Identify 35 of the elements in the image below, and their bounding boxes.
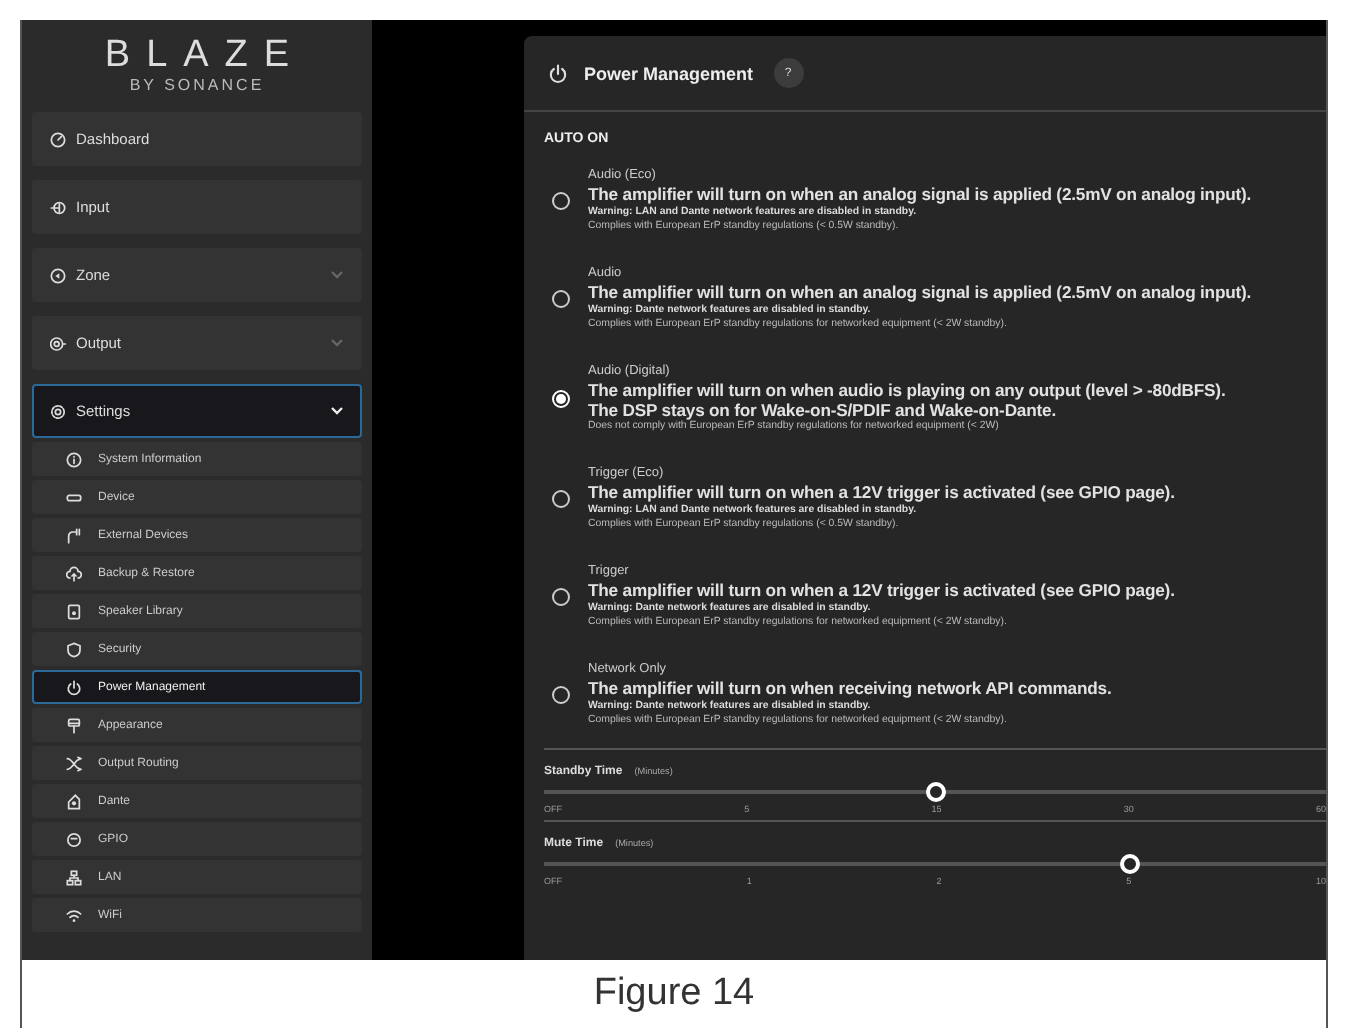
panel-title: Power Management bbox=[584, 63, 754, 83]
chevron-icon bbox=[330, 338, 344, 348]
gauge-icon bbox=[50, 131, 66, 147]
logo-title: BLAZE bbox=[104, 36, 306, 76]
speaker-icon bbox=[66, 603, 82, 619]
device-icon bbox=[66, 489, 82, 505]
option-description: The DSP stays on for Wake-on-S/PDIF and Wake-on-Dante. bbox=[588, 400, 1058, 420]
chevron-icon bbox=[330, 270, 344, 280]
radio-button[interactable] bbox=[552, 685, 570, 703]
slider-thumb[interactable] bbox=[925, 782, 945, 802]
shield-icon bbox=[66, 641, 82, 657]
radio-button[interactable] bbox=[552, 289, 570, 307]
power-icon bbox=[548, 63, 568, 83]
option-description: The amplifier will turn on when a 12V trigger is activated (see GPIO page). bbox=[588, 580, 1175, 600]
wifi-icon bbox=[66, 907, 82, 923]
logo-subtitle: BY SONANCE bbox=[129, 76, 265, 96]
option-description: The amplifier will turn on when a 12V trigger is activated (see GPIO page). bbox=[588, 482, 1175, 502]
brush-icon bbox=[66, 717, 82, 733]
cloud-icon bbox=[66, 565, 82, 581]
chevron-icon bbox=[330, 406, 344, 416]
crossed-arrows-icon bbox=[66, 755, 82, 771]
option-description: The amplifier will turn on when receiving network API commands. bbox=[588, 678, 1112, 698]
plug-icon bbox=[66, 527, 82, 543]
gear-icon bbox=[50, 403, 66, 419]
info-icon bbox=[66, 451, 82, 467]
figure-caption: Figure 14 bbox=[591, 970, 757, 1018]
power-icon bbox=[66, 679, 82, 695]
slider-thumb[interactable] bbox=[1120, 854, 1141, 874]
radio-button[interactable] bbox=[552, 587, 570, 605]
radio-button[interactable] bbox=[552, 191, 570, 209]
option-description: The amplifier will turn on when audio is playing on any output (level > -80dBFS). bbox=[588, 380, 1226, 400]
option-description: The amplifier will turn on when an analog signal is applied (2.5mV on analog input). bbox=[588, 184, 1252, 204]
radio-button[interactable] bbox=[552, 489, 570, 507]
option-description: The amplifier will turn on when an analog signal is applied (2.5mV on analog input). bbox=[588, 282, 1252, 302]
network-icon bbox=[66, 869, 82, 885]
